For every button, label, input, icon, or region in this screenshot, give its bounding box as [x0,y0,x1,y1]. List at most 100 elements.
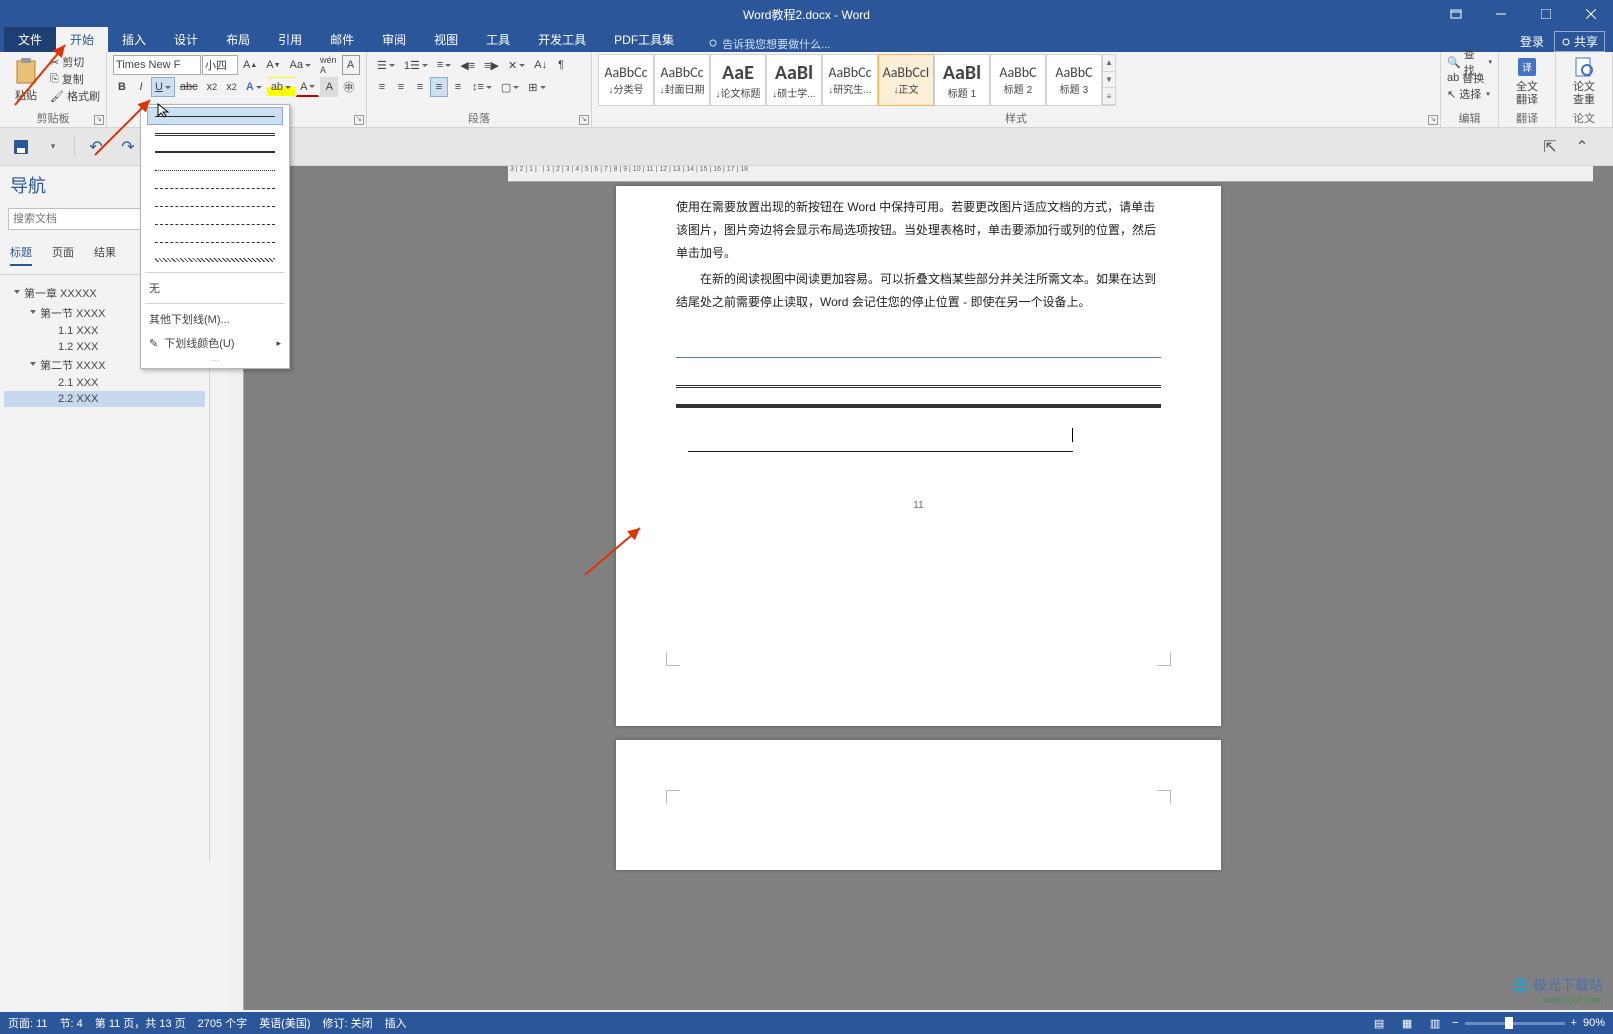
tree-item[interactable]: 2.2 XXX [4,391,205,407]
text-effects-button[interactable]: A [242,77,266,97]
style-item-7[interactable]: AaBbC标题 2 [990,54,1046,106]
thesis-check-button[interactable]: 论文 查重 [1562,54,1606,108]
asian-layout-button[interactable]: ✕ [504,55,529,75]
underline-dash-dot[interactable] [147,215,283,233]
sign-in-link[interactable]: 登录 [1520,33,1544,50]
underline-more[interactable]: 其他下划线(M)... [143,307,287,331]
numbering-button[interactable]: 1☰ [400,55,432,75]
underline-thick[interactable] [147,143,283,161]
disclosure-triangle-icon[interactable] [14,290,20,297]
paragraph-text[interactable]: 使用在需要放置出现的新按钮在 Word 中保持可用。若要更改图片适应文档的方式，… [676,196,1161,264]
zoom-slider[interactable] [1465,1022,1565,1025]
nav-tab-headings[interactable]: 标题 [10,244,32,266]
bold-button[interactable]: B [113,77,131,97]
tree-item[interactable]: 2.1 XXX [4,375,205,391]
align-right-button[interactable]: ≡ [411,77,429,97]
view-read-mode[interactable]: ▤ [1368,1015,1390,1031]
zoom-out[interactable]: − [1452,1017,1458,1029]
underline-dotted[interactable] [147,161,283,179]
align-distribute-button[interactable]: ≡ [449,77,467,97]
font-size-combo[interactable]: 小四 [202,55,238,75]
underline-button[interactable]: U [151,77,175,97]
underline-wavy[interactable] [147,251,283,269]
underline-dash-long[interactable] [147,197,283,215]
qat-customize[interactable]: ▾ [42,136,64,158]
tab-layout[interactable]: 布局 [212,27,264,52]
disclosure-triangle-icon[interactable] [30,310,36,317]
select-button[interactable]: ↖选择▾ [1447,86,1492,102]
view-web-layout[interactable]: ▥ [1424,1015,1446,1031]
multilevel-button[interactable]: ≡ [433,55,455,75]
tell-me-search[interactable]: 告诉我您想要做什么... [708,36,830,52]
redo-button[interactable]: ↷ [117,136,139,158]
show-marks-button[interactable]: ¶ [552,55,570,75]
style-item-2[interactable]: AaE↓论文标题 [710,54,766,106]
disclosure-triangle-icon[interactable] [30,362,36,369]
status-page[interactable]: 页面: 11 [8,1015,48,1031]
collapse-ribbon-button[interactable]: ⌃ [1571,136,1593,158]
align-justify-button[interactable]: ≡ [430,77,448,97]
grow-font-button[interactable]: A▲ [239,55,261,75]
find-button[interactable]: 🔍查找▾ [1447,54,1492,70]
style-item-5[interactable]: AaBbCcI↓正文 [878,54,934,106]
tab-mailings[interactable]: 邮件 [316,27,368,52]
sort-button[interactable]: A↓ [530,55,551,75]
shrink-font-button[interactable]: A▼ [262,55,284,75]
status-track[interactable]: 修订: 关闭 [323,1015,373,1031]
zoom-in[interactable]: + [1571,1017,1577,1029]
shading-button[interactable]: ▢ [497,77,523,97]
save-button[interactable] [10,136,32,158]
underline-dash-dot-dot[interactable] [147,233,283,251]
underline-sample-3[interactable] [676,404,1161,408]
strikethrough-button[interactable]: abc [176,77,202,97]
page-12[interactable] [616,740,1221,870]
char-shading-button[interactable]: A [320,77,338,97]
cut-button[interactable]: ✂剪切 [50,54,100,70]
tab-pdf-tools[interactable]: PDF工具集 [600,27,688,52]
underline-dashed[interactable] [147,179,283,197]
italic-button[interactable]: I [132,77,150,97]
font-color-button[interactable]: A [296,77,319,97]
underline-double[interactable] [147,125,283,143]
font-dialog-launcher[interactable]: ↘ [354,115,364,125]
align-center-button[interactable]: ≡ [392,77,410,97]
tab-developer[interactable]: 开发工具 [524,27,600,52]
phonetic-guide-button[interactable]: wénA [316,55,341,75]
clipboard-dialog-launcher[interactable]: ↘ [94,115,104,125]
borders-button[interactable]: ⊞ [524,77,549,97]
underline-single[interactable] [147,107,283,125]
paste-button[interactable]: 粘贴 [6,54,46,106]
style-item-6[interactable]: AaBl标题 1 [934,54,990,106]
superscript-button[interactable]: x2 [222,77,241,97]
style-item-4[interactable]: AaBbCc↓研究生... [822,54,878,106]
line-spacing-button[interactable]: ↕≡ [468,77,496,97]
subscript-button[interactable]: x2 [203,77,222,97]
underline-sample-4[interactable] [688,438,1073,452]
page-11[interactable]: 使用在需要放置出现的新按钮在 Word 中保持可用。若要更改图片适应文档的方式，… [616,186,1221,726]
undo-button[interactable]: ↶ [85,136,107,158]
share-button[interactable]: 共享 [1554,31,1605,52]
replace-button[interactable]: ab替换 [1447,70,1492,86]
paragraph-dialog-launcher[interactable]: ↘ [579,115,589,125]
style-item-3[interactable]: AaBl↓硕士学... [766,54,822,106]
translate-button[interactable]: 译 全文 翻译 [1505,54,1549,108]
nav-tab-pages[interactable]: 页面 [52,244,74,266]
status-insert[interactable]: 插入 [385,1015,407,1031]
ribbon-display-options-icon[interactable] [1433,0,1478,28]
ruler-horizontal[interactable]: 3 | 2 | 1 | | 1 | 2 | 3 | 4 | 5 | 6 | 7 … [508,166,1593,182]
status-page-of[interactable]: 第 11 页，共 13 页 [95,1015,186,1031]
enclose-char-button[interactable]: ㊥ [339,77,358,97]
style-item-1[interactable]: AaBbCc↓封面日期 [654,54,710,106]
tab-design[interactable]: 设计 [160,27,212,52]
change-case-button[interactable]: Aa [286,55,315,75]
font-name-combo[interactable]: Times New F [113,55,201,75]
maximize-icon[interactable] [1523,0,1568,28]
align-left-button[interactable]: ≡ [373,77,391,97]
tab-view[interactable]: 视图 [420,27,472,52]
tab-tools[interactable]: 工具 [472,27,524,52]
paragraph-text[interactable]: 在新的阅读视图中阅读更加容易。可以折叠文档某些部分并关注所需文本。如果在达到结尾… [676,268,1161,314]
status-section[interactable]: 节: 4 [60,1015,83,1031]
view-print-layout[interactable]: ▦ [1396,1015,1418,1031]
tab-insert[interactable]: 插入 [108,27,160,52]
zoom-level[interactable]: 90% [1583,1017,1605,1029]
